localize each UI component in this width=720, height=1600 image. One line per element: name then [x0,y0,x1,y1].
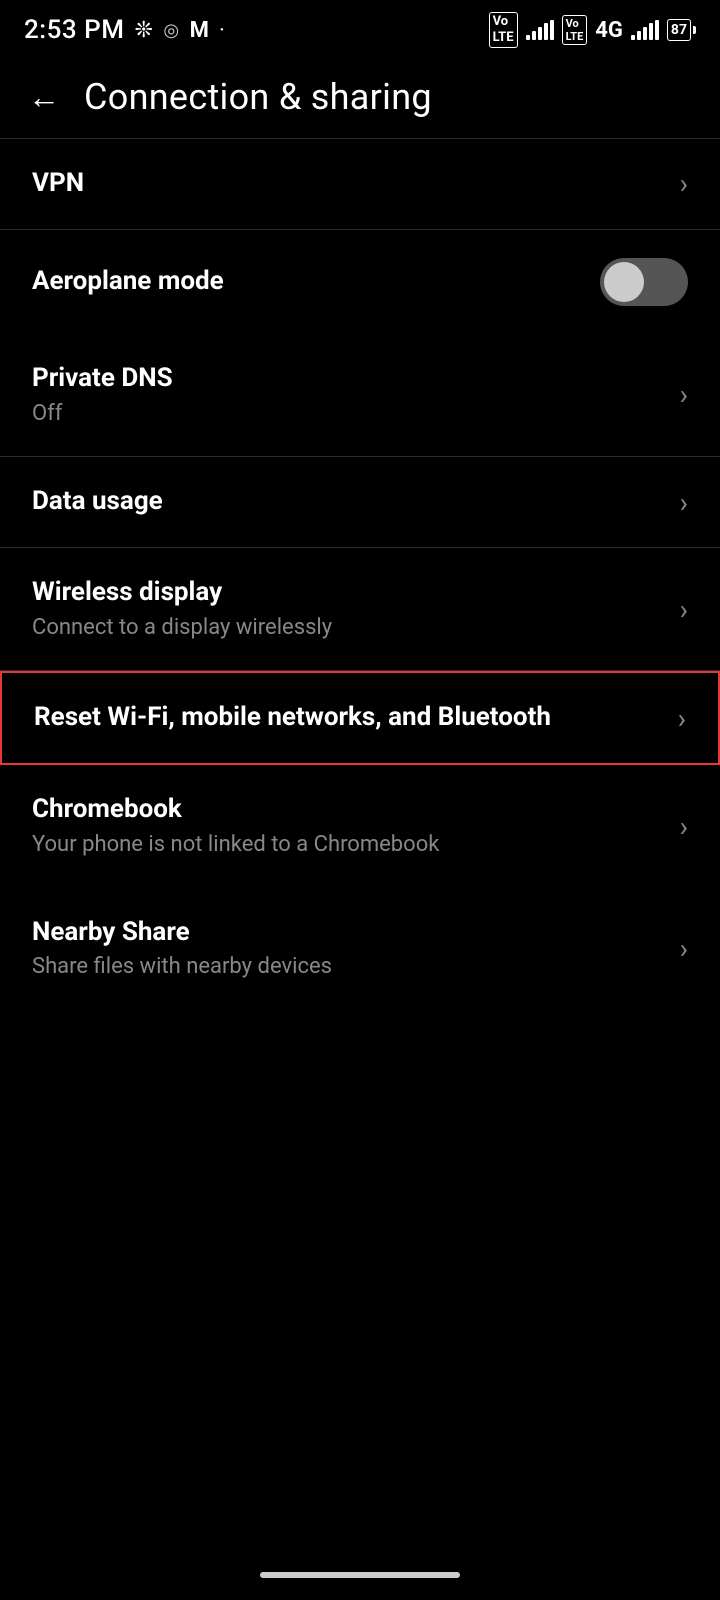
data-usage-chevron: › [680,486,688,519]
nearby-share-chevron: › [680,932,688,965]
signal-bars-2 [631,20,659,40]
back-button[interactable]: ← [28,81,60,113]
chromebook-content: Chromebook Your phone is not linked to a… [32,793,664,859]
vpn-title: VPN [32,167,664,201]
reset-wifi-title: Reset Wi-Fi, mobile networks, and Blueto… [34,701,662,735]
aeroplane-title: Aeroplane mode [32,265,600,299]
settings-item-chromebook[interactable]: Chromebook Your phone is not linked to a… [0,765,720,887]
time-display: 2:53 PM [24,15,124,45]
nearby-share-subtitle: Share files with nearby devices [32,953,664,982]
dot-indicator: · [219,20,225,41]
active-icon: ❊ [134,18,153,43]
nearby-share-title: Nearby Share [32,916,664,950]
private-dns-chevron: › [680,378,688,411]
signal-bars-1 [526,20,554,40]
wireless-display-subtitle: Connect to a display wirelessly [32,614,664,643]
settings-item-reset-wifi[interactable]: Reset Wi-Fi, mobile networks, and Blueto… [0,671,720,765]
battery-indicator: 87 [667,19,696,41]
wireless-display-title: Wireless display [32,576,664,610]
reset-wifi-content: Reset Wi-Fi, mobile networks, and Blueto… [34,701,662,735]
gmail-icon: M [190,18,210,43]
volte-badge-2: VoLTE [562,15,588,45]
settings-item-vpn[interactable]: VPN › [0,139,720,229]
settings-item-private-dns[interactable]: Private DNS Off › [0,334,720,456]
status-bar: 2:53 PM ❊ ◎ M · VoLTE VoLTE 4G [0,0,720,56]
chromebook-title: Chromebook [32,793,664,827]
wireless-display-chevron: › [680,593,688,626]
status-right-area: VoLTE VoLTE 4G 87 [489,12,696,47]
private-dns-content: Private DNS Off [32,362,664,428]
page-title: Connection & sharing [84,76,432,118]
status-time-area: 2:53 PM ❊ ◎ M · [24,15,225,45]
settings-item-wireless-display[interactable]: Wireless display Connect to a display wi… [0,548,720,670]
private-dns-title: Private DNS [32,362,664,396]
reset-wifi-chevron: › [678,702,686,735]
settings-item-nearby-share[interactable]: Nearby Share Share files with nearby dev… [0,888,720,1010]
wireless-display-content: Wireless display Connect to a display wi… [32,576,664,642]
page-header: ← Connection & sharing [0,56,720,138]
bottom-nav-bar [0,1550,720,1600]
circle-icon: ◎ [163,20,179,41]
private-dns-subtitle: Off [32,400,664,429]
vpn-content: VPN [32,167,664,201]
aeroplane-toggle[interactable] [600,258,688,306]
network-type: 4G [595,18,623,43]
toggle-thumb [604,262,644,302]
battery-tip [693,26,696,34]
settings-item-data-usage[interactable]: Data usage › [0,457,720,547]
data-usage-content: Data usage [32,485,664,519]
aeroplane-content: Aeroplane mode [32,265,600,299]
battery-level: 87 [667,19,691,41]
data-usage-title: Data usage [32,485,664,519]
aeroplane-toggle-container [600,258,688,306]
settings-item-aeroplane[interactable]: Aeroplane mode [0,230,720,334]
volte-badge-1: VoLTE [489,12,518,47]
chromebook-subtitle: Your phone is not linked to a Chromebook [32,831,664,860]
chromebook-chevron: › [680,810,688,843]
vpn-chevron: › [680,167,688,200]
nav-home-indicator [260,1572,460,1578]
nearby-share-content: Nearby Share Share files with nearby dev… [32,916,664,982]
